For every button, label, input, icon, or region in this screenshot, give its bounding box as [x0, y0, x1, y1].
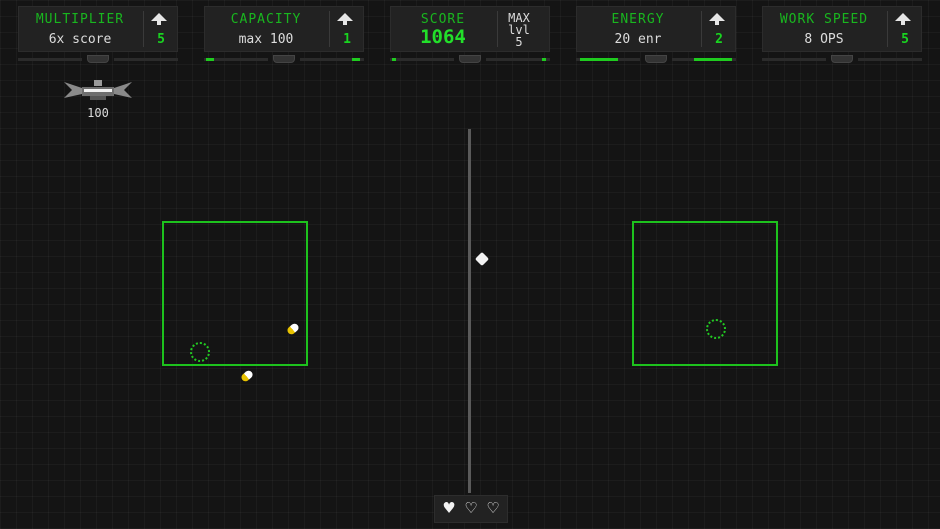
capacity-value: max 100	[238, 32, 294, 47]
ship-count: 100	[87, 106, 109, 120]
max-label-line: 5	[515, 35, 523, 49]
score-progress	[390, 55, 550, 64]
progress-track	[18, 58, 82, 61]
energy-progress	[576, 55, 736, 64]
work-speed-panel: WORK SPEED 8 OPS 5	[762, 6, 922, 52]
divider	[143, 11, 144, 47]
capacity-upgrade-arrow-icon[interactable]	[337, 13, 353, 25]
progress-fill	[542, 58, 546, 61]
energy-level: 2	[715, 32, 723, 47]
energy-panel: ENERGY 20 enr 2	[576, 6, 736, 52]
divider	[329, 11, 330, 47]
multiplier-level: 5	[157, 32, 165, 47]
lives-panel: ♥ ♡ ♡	[434, 495, 508, 523]
work-speed-level: 5	[901, 32, 909, 47]
capacity-level: 1	[343, 32, 351, 47]
progress-fill	[392, 58, 396, 61]
divider	[701, 11, 702, 47]
multiplier-title: MULTIPLIER	[35, 12, 125, 27]
divider	[497, 11, 498, 47]
progress-track	[114, 58, 178, 61]
progress-fill	[206, 58, 214, 61]
heart-empty-icon: ♡	[487, 498, 499, 519]
capacity-title: CAPACITY	[230, 12, 302, 27]
divider	[887, 11, 888, 47]
multiplier-panel: MULTIPLIER 6x score 5	[18, 6, 178, 52]
work-speed-progress	[762, 55, 922, 64]
energy-title: ENERGY	[611, 12, 665, 27]
progress-knob	[87, 55, 109, 63]
heart-full-icon: ♥	[443, 498, 455, 519]
pill-icon	[239, 369, 255, 383]
progress-track	[390, 58, 454, 61]
right-arena-box	[632, 221, 778, 366]
max-level-label: MAX lvl 5	[499, 12, 539, 48]
score-title: SCORE	[420, 12, 466, 27]
center-divider	[468, 129, 471, 493]
capacity-progress	[204, 55, 364, 64]
heart-empty-icon: ♡	[465, 498, 477, 519]
ship-icon	[62, 76, 134, 104]
energy-upgrade-arrow-icon[interactable]	[709, 13, 725, 25]
progress-knob	[459, 55, 481, 63]
progress-knob	[273, 55, 295, 63]
score-panel: SCORE 1064 MAX lvl 5	[390, 6, 550, 52]
capacity-panel: CAPACITY max 100 1	[204, 6, 364, 52]
work-speed-upgrade-arrow-icon[interactable]	[895, 13, 911, 25]
progress-knob	[645, 55, 667, 63]
score-value: 1064	[420, 26, 466, 48]
progress-track	[858, 58, 922, 61]
progress-fill	[694, 58, 732, 61]
progress-knob	[831, 55, 853, 63]
left-target-ring-icon	[190, 342, 210, 362]
work-speed-value: 8 OPS	[804, 32, 844, 47]
multiplier-value: 6x score	[48, 32, 112, 47]
left-arena-box	[162, 221, 308, 366]
multiplier-progress	[18, 55, 178, 64]
progress-track	[762, 58, 826, 61]
work-speed-title: WORK SPEED	[779, 12, 869, 27]
ball-icon	[474, 251, 490, 267]
energy-value: 20 enr	[614, 32, 662, 47]
progress-fill	[580, 58, 618, 61]
multiplier-upgrade-arrow-icon[interactable]	[151, 13, 167, 25]
progress-fill	[352, 58, 360, 61]
right-target-ring-icon	[706, 319, 726, 339]
progress-track	[486, 58, 550, 61]
